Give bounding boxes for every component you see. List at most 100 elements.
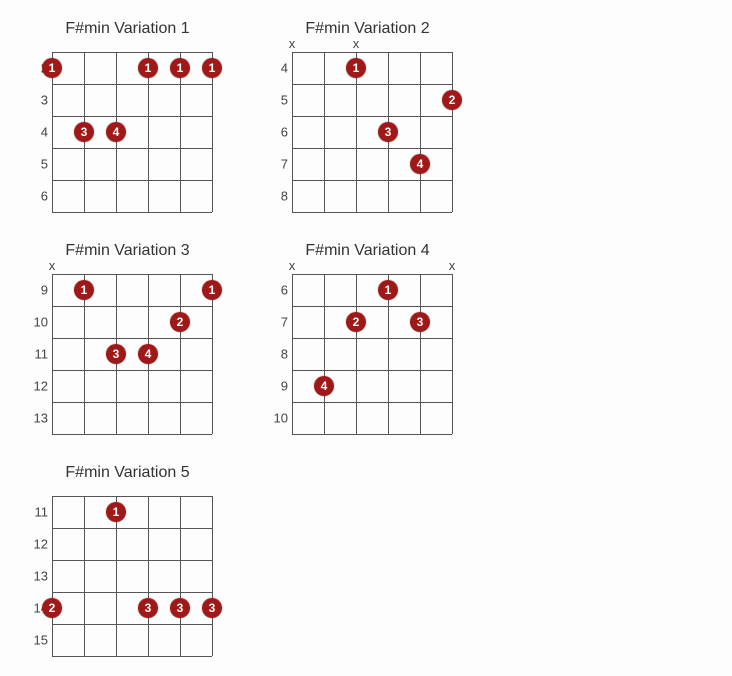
finger-dot: 2 <box>442 90 462 110</box>
fret-line <box>52 84 212 85</box>
fret-number-label: 10 <box>270 411 288 426</box>
finger-dot: 2 <box>170 312 190 332</box>
fret-line <box>292 274 452 275</box>
string-line <box>420 274 421 434</box>
chord-grid: F#min Variation 123456111134F#min Variat… <box>30 20 702 656</box>
chord-diagram-5: F#min Variation 5111213141512333 <box>30 464 225 656</box>
string-line <box>84 496 85 656</box>
fretboard: 910111213x11234 <box>52 274 225 434</box>
fret-line <box>292 306 452 307</box>
fret-line <box>52 180 212 181</box>
fret-line <box>52 624 212 625</box>
fret-line <box>52 148 212 149</box>
fret-line <box>292 434 452 435</box>
mute-marker: x <box>49 258 56 273</box>
string-line <box>52 496 53 656</box>
chord-title: F#min Variation 5 <box>30 464 225 482</box>
finger-dot: 2 <box>346 312 366 332</box>
fretboard: 45678xx1234 <box>292 52 465 212</box>
finger-dot: 3 <box>410 312 430 332</box>
chord-title: F#min Variation 4 <box>270 242 465 260</box>
fret-number-label: 8 <box>270 189 288 204</box>
finger-dot: 1 <box>202 280 222 300</box>
fret-number-label: 15 <box>30 633 48 648</box>
fretboard: 23456111134 <box>52 52 225 212</box>
fretboard: 678910xx1234 <box>292 274 465 434</box>
fret-line <box>292 370 452 371</box>
fret-line <box>52 528 212 529</box>
finger-dot: 1 <box>106 502 126 522</box>
fret-line <box>292 116 452 117</box>
fret-line <box>52 338 212 339</box>
finger-dot: 3 <box>170 598 190 618</box>
string-line <box>324 274 325 434</box>
fret-line <box>52 52 212 53</box>
finger-dot: 3 <box>138 598 158 618</box>
fret-line <box>52 434 212 435</box>
fret-number-label: 12 <box>30 537 48 552</box>
chord-title: F#min Variation 2 <box>270 20 465 38</box>
fret-line <box>292 84 452 85</box>
finger-dot: 3 <box>106 344 126 364</box>
fret-line <box>52 274 212 275</box>
finger-dot: 1 <box>346 58 366 78</box>
fret-number-label: 4 <box>270 61 288 76</box>
fret-line <box>52 402 212 403</box>
string-line <box>52 274 53 434</box>
string-line <box>452 274 453 434</box>
chord-diagram-4: F#min Variation 4678910xx1234 <box>270 242 465 434</box>
fret-number-label: 5 <box>30 157 48 172</box>
string-line <box>292 274 293 434</box>
finger-dot: 3 <box>378 122 398 142</box>
string-line <box>420 52 421 212</box>
string-line <box>452 52 453 212</box>
finger-dot: 3 <box>202 598 222 618</box>
string-line <box>324 52 325 212</box>
chord-diagram-1: F#min Variation 123456111134 <box>30 20 225 212</box>
fret-line <box>292 212 452 213</box>
finger-dot: 1 <box>202 58 222 78</box>
fret-number-label: 11 <box>30 505 48 520</box>
fret-line <box>52 212 212 213</box>
fret-line <box>52 496 212 497</box>
fret-number-label: 10 <box>30 315 48 330</box>
string-line <box>292 52 293 212</box>
fret-number-label: 8 <box>270 347 288 362</box>
fret-number-label: 9 <box>30 283 48 298</box>
finger-dot: 1 <box>74 280 94 300</box>
finger-dot: 1 <box>170 58 190 78</box>
finger-dot: 1 <box>42 58 62 78</box>
fret-number-label: 13 <box>30 569 48 584</box>
fret-line <box>292 402 452 403</box>
fret-line <box>52 592 212 593</box>
fret-number-label: 7 <box>270 315 288 330</box>
string-line <box>180 496 181 656</box>
fret-number-label: 11 <box>30 347 48 362</box>
fret-number-label: 13 <box>30 411 48 426</box>
string-line <box>148 496 149 656</box>
fret-number-label: 3 <box>30 93 48 108</box>
fret-line <box>292 148 452 149</box>
fret-number-label: 4 <box>30 125 48 140</box>
fret-number-label: 12 <box>30 379 48 394</box>
finger-dot: 3 <box>74 122 94 142</box>
fret-number-label: 6 <box>270 283 288 298</box>
fret-line <box>52 656 212 657</box>
fret-number-label: 6 <box>30 189 48 204</box>
mute-marker: x <box>353 36 360 51</box>
chord-title: F#min Variation 3 <box>30 242 225 260</box>
finger-dot: 4 <box>314 376 334 396</box>
fret-line <box>292 180 452 181</box>
string-line <box>212 496 213 656</box>
fret-line <box>292 52 452 53</box>
fret-line <box>52 116 212 117</box>
fret-line <box>52 306 212 307</box>
finger-dot: 4 <box>106 122 126 142</box>
string-line <box>180 274 181 434</box>
string-line <box>356 274 357 434</box>
fret-number-label: 9 <box>270 379 288 394</box>
finger-dot: 1 <box>378 280 398 300</box>
chord-title: F#min Variation 1 <box>30 20 225 38</box>
fret-number-label: 7 <box>270 157 288 172</box>
finger-dot: 4 <box>138 344 158 364</box>
